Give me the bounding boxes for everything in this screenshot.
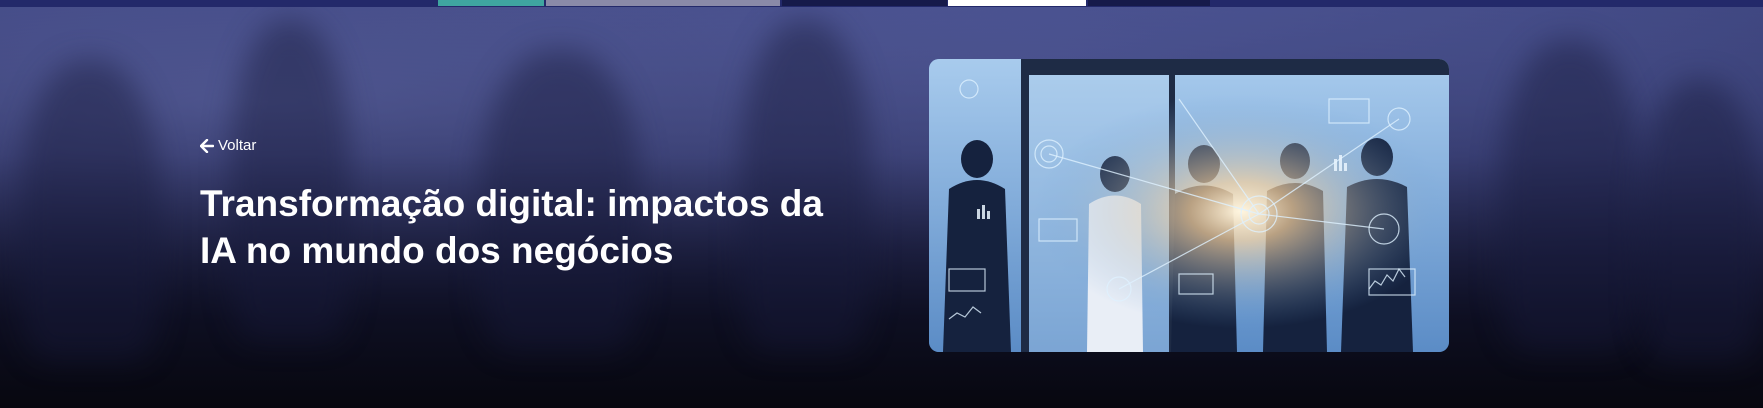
article-hero-image: [929, 59, 1449, 352]
top-navigation-bar: [0, 0, 1763, 7]
back-link-label: Voltar: [218, 137, 257, 154]
back-link[interactable]: Voltar: [200, 137, 256, 154]
arrow-left-icon: [200, 138, 214, 153]
background-figure: [1640, 80, 1760, 360]
hero-banner: Voltar Transformação digital: impactos d…: [0, 0, 1763, 408]
top-bar-segment: [1088, 0, 1210, 6]
top-bar-segment: [438, 0, 544, 6]
background-figure: [20, 60, 160, 360]
article-title: Transformação digital: impactos da IA no…: [200, 183, 823, 271]
top-bar-segment: [948, 0, 1086, 6]
top-bar-segment: [782, 0, 947, 6]
top-bar-segment: [546, 0, 780, 6]
background-figure: [1500, 40, 1640, 350]
